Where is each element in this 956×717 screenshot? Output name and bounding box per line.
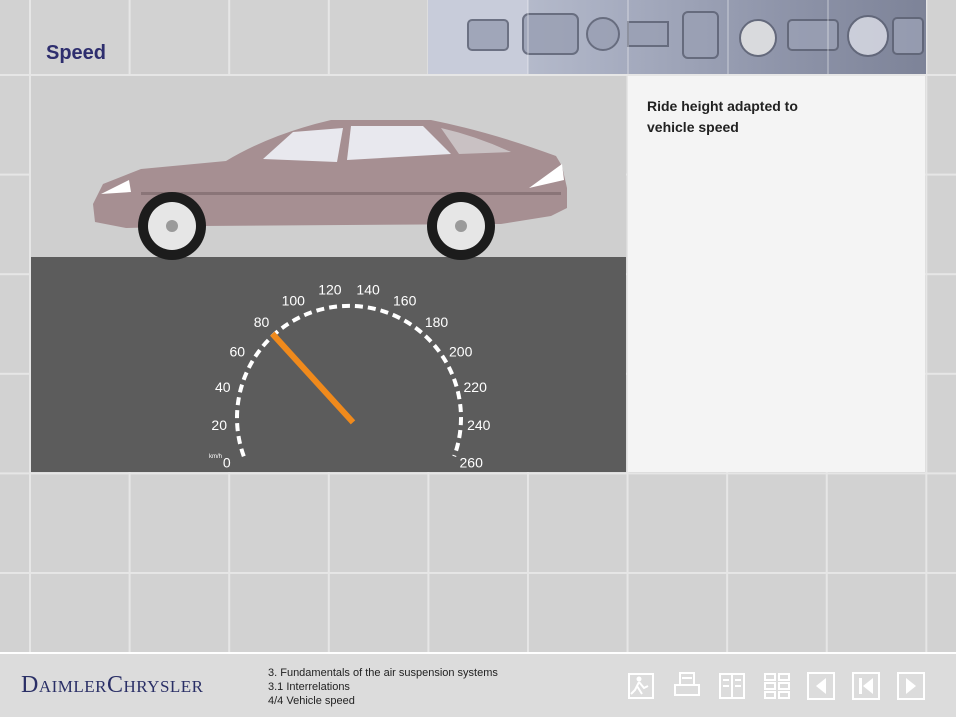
contents-button[interactable] — [762, 670, 792, 702]
breadcrumb: 3. Fundamentals of the air suspension sy… — [268, 666, 498, 708]
contents-icon — [764, 673, 790, 699]
breadcrumb-chapter: 3. Fundamentals of the air suspension sy… — [268, 667, 498, 679]
speed-unit-label: km/h — [209, 454, 222, 460]
glossary-button[interactable] — [717, 670, 747, 702]
first-page-icon — [852, 672, 880, 700]
speed-needle — [270, 331, 356, 425]
speed-illustration: 0 20 40 60 80 100 120 140 160 180 200 220 240 260 km/… — [31, 76, 626, 472]
speed-tick-label: 220 — [464, 379, 488, 395]
speed-tick-label: 100 — [282, 293, 306, 309]
daimlerchrysler-logo: DaimlerChrysler — [21, 672, 204, 698]
speed-tick-label: 140 — [356, 281, 380, 297]
page-title: Speed — [46, 42, 107, 64]
previous-icon — [807, 672, 835, 700]
breadcrumb-section: 3.1 Interrelations — [268, 681, 350, 693]
first-page-button[interactable] — [851, 670, 881, 702]
speed-tick-label: 260 — [460, 455, 484, 471]
speed-tick-label: 80 — [254, 314, 270, 330]
info-text: Ride height adapted to vehicle speed — [647, 98, 798, 135]
speed-tick-label: 0 — [223, 455, 231, 471]
next-icon — [897, 672, 925, 700]
speedometer: 0 20 40 60 80 100 120 140 160 180200 220 240 260 km/… — [209, 281, 491, 470]
header-banner-image — [428, 0, 926, 74]
speed-tick-label: 180 — [425, 314, 449, 330]
exit-button[interactable] — [626, 670, 656, 702]
speed-tick-label: 160 — [393, 293, 417, 309]
car-image — [93, 120, 567, 260]
info-panel: Ride height adapted to vehicle speed — [628, 76, 925, 472]
speed-tick-label: 120 — [318, 281, 342, 297]
footer-bar: DaimlerChrysler 3. Fundamentals of the a… — [0, 652, 956, 717]
print-button[interactable] — [672, 670, 702, 702]
speed-tick-label: 60 — [230, 344, 246, 360]
speed-tick-label: 200 — [449, 344, 473, 360]
speed-tick-label: 40 — [215, 379, 231, 395]
speed-tick-label: 240 — [467, 417, 491, 433]
previous-button[interactable] — [806, 670, 836, 702]
speed-tick-label: 20 — [211, 417, 227, 433]
next-button[interactable] — [896, 670, 926, 702]
print-icon — [674, 672, 700, 696]
breadcrumb-page: 4/4 Vehicle speed — [268, 695, 355, 707]
exit-icon — [628, 673, 654, 699]
glossary-icon — [719, 673, 745, 699]
